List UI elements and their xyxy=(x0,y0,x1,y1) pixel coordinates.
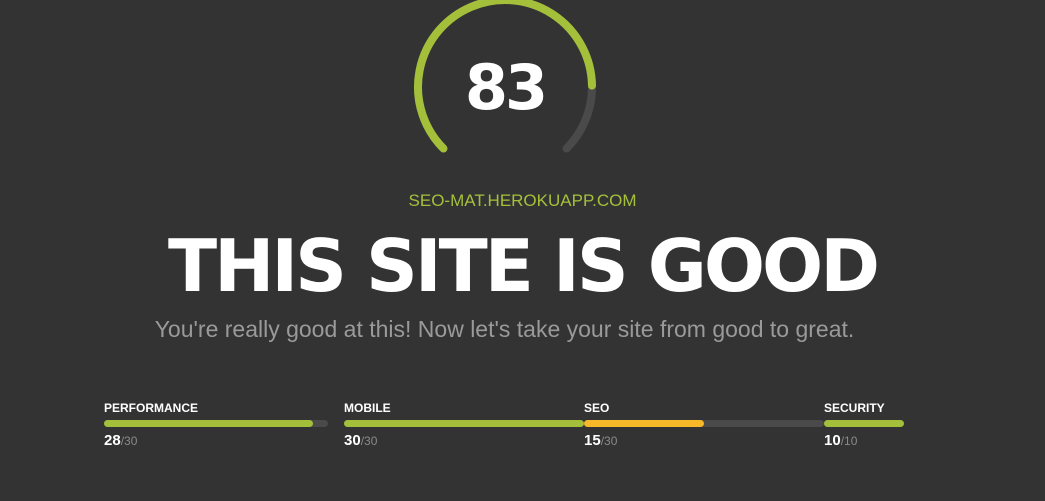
metric-score-max: /30 xyxy=(120,434,138,448)
verdict-subtitle: You're really good at this! Now let's ta… xyxy=(154,316,855,342)
metric-score-max: /10 xyxy=(840,434,858,448)
metric-score-max: /30 xyxy=(600,434,618,448)
metric-score-value: 10 xyxy=(824,432,841,449)
metric-performance: PERFORMANCE 28/30 xyxy=(104,400,344,456)
metric-bar-fill xyxy=(824,420,904,427)
overall-score: 83 xyxy=(464,51,548,124)
metric-label: SEO xyxy=(584,401,610,415)
verdict-headline: THIS SITE IS GOOD xyxy=(167,224,880,308)
metric-mobile: MOBILE 30/30 xyxy=(344,400,584,456)
metric-seo: SEO 15/30 xyxy=(584,400,824,456)
metric-score: 30/30 xyxy=(344,432,377,450)
metric-score-value: 15 xyxy=(584,432,601,449)
metric-score-value: 30 xyxy=(344,432,361,449)
metric-score: 10/10 xyxy=(824,432,857,450)
metric-score-max: /30 xyxy=(360,434,378,448)
metric-score: 15/30 xyxy=(584,432,617,450)
site-domain: SEO-MAT.HEROKUAPP.COM xyxy=(408,191,637,210)
metric-bar-track xyxy=(584,420,824,427)
metric-label: SECURITY xyxy=(824,401,885,415)
metric-bar-fill xyxy=(584,420,704,427)
metric-breakdown: PERFORMANCE 28/30 MOBILE 30/30 SEO 15/30… xyxy=(104,400,904,456)
metric-label: MOBILE xyxy=(344,401,391,415)
metric-bar-fill xyxy=(344,420,584,427)
metric-label: PERFORMANCE xyxy=(104,401,199,415)
metric-score-value: 28 xyxy=(104,432,121,449)
metric-bar-track xyxy=(104,420,328,427)
metric-score: 28/30 xyxy=(104,432,137,450)
metric-bar-track xyxy=(344,420,584,427)
score-gauge: 83 xyxy=(414,0,596,158)
metric-bar-track xyxy=(824,420,904,427)
metric-security: SECURITY 10/10 xyxy=(824,400,1045,456)
metric-bar-fill xyxy=(104,420,314,427)
